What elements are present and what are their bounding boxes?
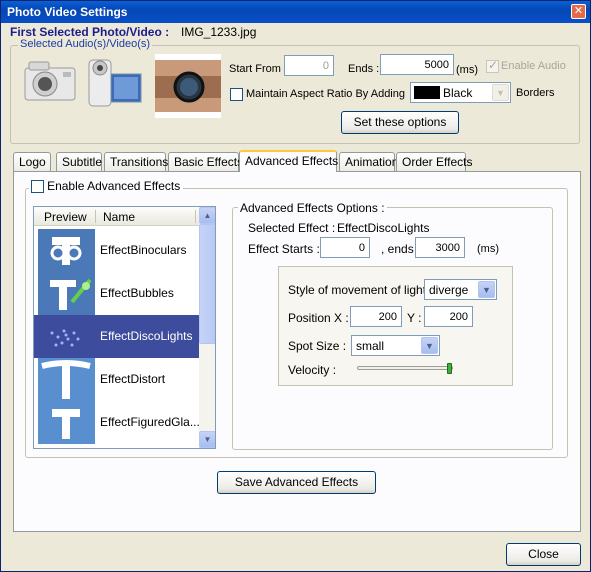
maintain-aspect-label: Maintain Aspect Ratio By Adding [246, 88, 405, 100]
position-x-label: Position X : [288, 311, 349, 325]
position-y-input[interactable] [424, 306, 473, 327]
effect-distort-icon [38, 358, 95, 401]
list-header: Preview Name [34, 207, 199, 226]
column-preview[interactable]: Preview [44, 210, 87, 224]
border-color-value: Black [443, 86, 473, 100]
tab-transitions[interactable]: Transitions [104, 152, 168, 171]
camcorder-icon [88, 59, 142, 107]
scroll-up-icon[interactable]: ▲ [199, 207, 215, 224]
enable-audio-label: Enable Audio [501, 60, 566, 72]
effect-binoculars-icon [38, 229, 95, 272]
list-item[interactable]: EffectDiscoLights [34, 315, 199, 358]
border-color-select[interactable]: Black ▼ [410, 82, 511, 103]
selected-media-legend: Selected Audio(s)/Video(s) [18, 38, 153, 50]
enable-advanced-label: Enable Advanced Effects [47, 179, 181, 193]
scroll-down-icon[interactable]: ▼ [199, 431, 215, 448]
velocity-label: Velocity : [288, 363, 337, 377]
title-bar: Photo Video Settings ✕ [1, 1, 590, 23]
velocity-slider[interactable] [357, 366, 453, 370]
camera-icon [24, 61, 76, 101]
velocity-slider-thumb[interactable] [447, 363, 452, 374]
scroll-thumb[interactable] [199, 224, 215, 344]
close-icon[interactable]: ✕ [571, 4, 586, 19]
spot-size-value: small [356, 339, 385, 353]
borders-label: Borders [516, 87, 555, 99]
effect-starts-input[interactable] [320, 237, 370, 258]
selected-effect-value: EffectDiscoLights [337, 221, 430, 235]
start-from-label: Start From : [229, 63, 288, 75]
effect-ends-input[interactable] [415, 237, 465, 258]
style-of-movement-value: diverge [429, 283, 469, 297]
photo-thumbnail [155, 54, 221, 118]
set-options-button[interactable]: Set these options [341, 111, 459, 134]
chevron-down-icon: ▼ [478, 281, 495, 298]
tab-subtitle[interactable]: Subtitle [56, 152, 102, 171]
tab-animation[interactable]: Animation [339, 152, 398, 171]
list-scrollbar[interactable]: ▲ ▼ [199, 207, 215, 448]
watch-photo [155, 54, 221, 118]
dialog-window: Photo Video Settings ✕ First Selected Ph… [0, 0, 591, 572]
list-item[interactable]: EffectDistort [34, 358, 199, 401]
first-selected-label: First Selected Photo/Video : [10, 25, 170, 39]
effect-figured-glass-icon [38, 401, 95, 444]
list-item-label: EffectBubbles [100, 286, 174, 300]
list-item-label: EffectFiguredGla... [100, 415, 200, 429]
list-item-label: EffectDistort [100, 372, 166, 386]
style-of-movement-select[interactable]: diverge ▼ [424, 279, 497, 300]
style-of-movement-label: Style of movement of lights : [288, 283, 439, 297]
enable-advanced-checkbox[interactable] [31, 179, 44, 193]
selected-effect-label: Selected Effect : [248, 221, 336, 235]
chevron-down-icon: ▼ [421, 337, 438, 354]
list-item-label: EffectBinoculars [100, 243, 187, 257]
effect-options-legend: Advanced Effects Options : [238, 201, 387, 215]
first-selected-file: IMG_1233.jpg [181, 25, 257, 39]
effect-unit: (ms) [477, 243, 499, 255]
enable-advanced-row: Enable Advanced Effects [29, 179, 184, 193]
enable-audio-checkbox[interactable] [486, 58, 499, 73]
tab-logo[interactable]: Logo [13, 152, 51, 171]
position-x-input[interactable] [350, 306, 402, 327]
list-item[interactable]: EffectBinoculars [34, 229, 199, 272]
effect-disco-lights-icon [38, 315, 95, 358]
effects-list: Preview Name EffectBinoculars EffectBubb… [33, 206, 216, 449]
column-name[interactable]: Name [103, 210, 135, 224]
border-color-swatch [414, 86, 440, 99]
effect-bubbles-icon [38, 272, 95, 315]
effect-starts-label: Effect Starts : [248, 242, 320, 256]
ends-label: Ends : [348, 63, 380, 75]
ends-unit: (ms) [456, 64, 478, 76]
ends-input[interactable] [380, 54, 454, 75]
save-advanced-effects-button[interactable]: Save Advanced Effects [217, 471, 376, 494]
list-item[interactable]: EffectFiguredGla... [34, 401, 200, 444]
spot-size-label: Spot Size : [288, 339, 347, 353]
close-button[interactable]: Close [506, 543, 581, 566]
chevron-down-icon: ▼ [492, 84, 509, 101]
list-item-label: EffectDiscoLights [100, 329, 193, 343]
window-title: Photo Video Settings [7, 5, 128, 19]
tab-order-effects[interactable]: Order Effects [396, 152, 472, 171]
position-y-label: Y : [407, 311, 422, 325]
maintain-aspect-checkbox[interactable] [230, 88, 243, 101]
start-from-input[interactable] [284, 55, 334, 76]
list-item[interactable]: EffectBubbles [34, 272, 199, 315]
tab-basic-effects[interactable]: Basic Effects [168, 152, 243, 171]
spot-size-select[interactable]: small ▼ [351, 335, 440, 356]
tab-advanced-effects[interactable]: Advanced Effects [239, 150, 338, 172]
